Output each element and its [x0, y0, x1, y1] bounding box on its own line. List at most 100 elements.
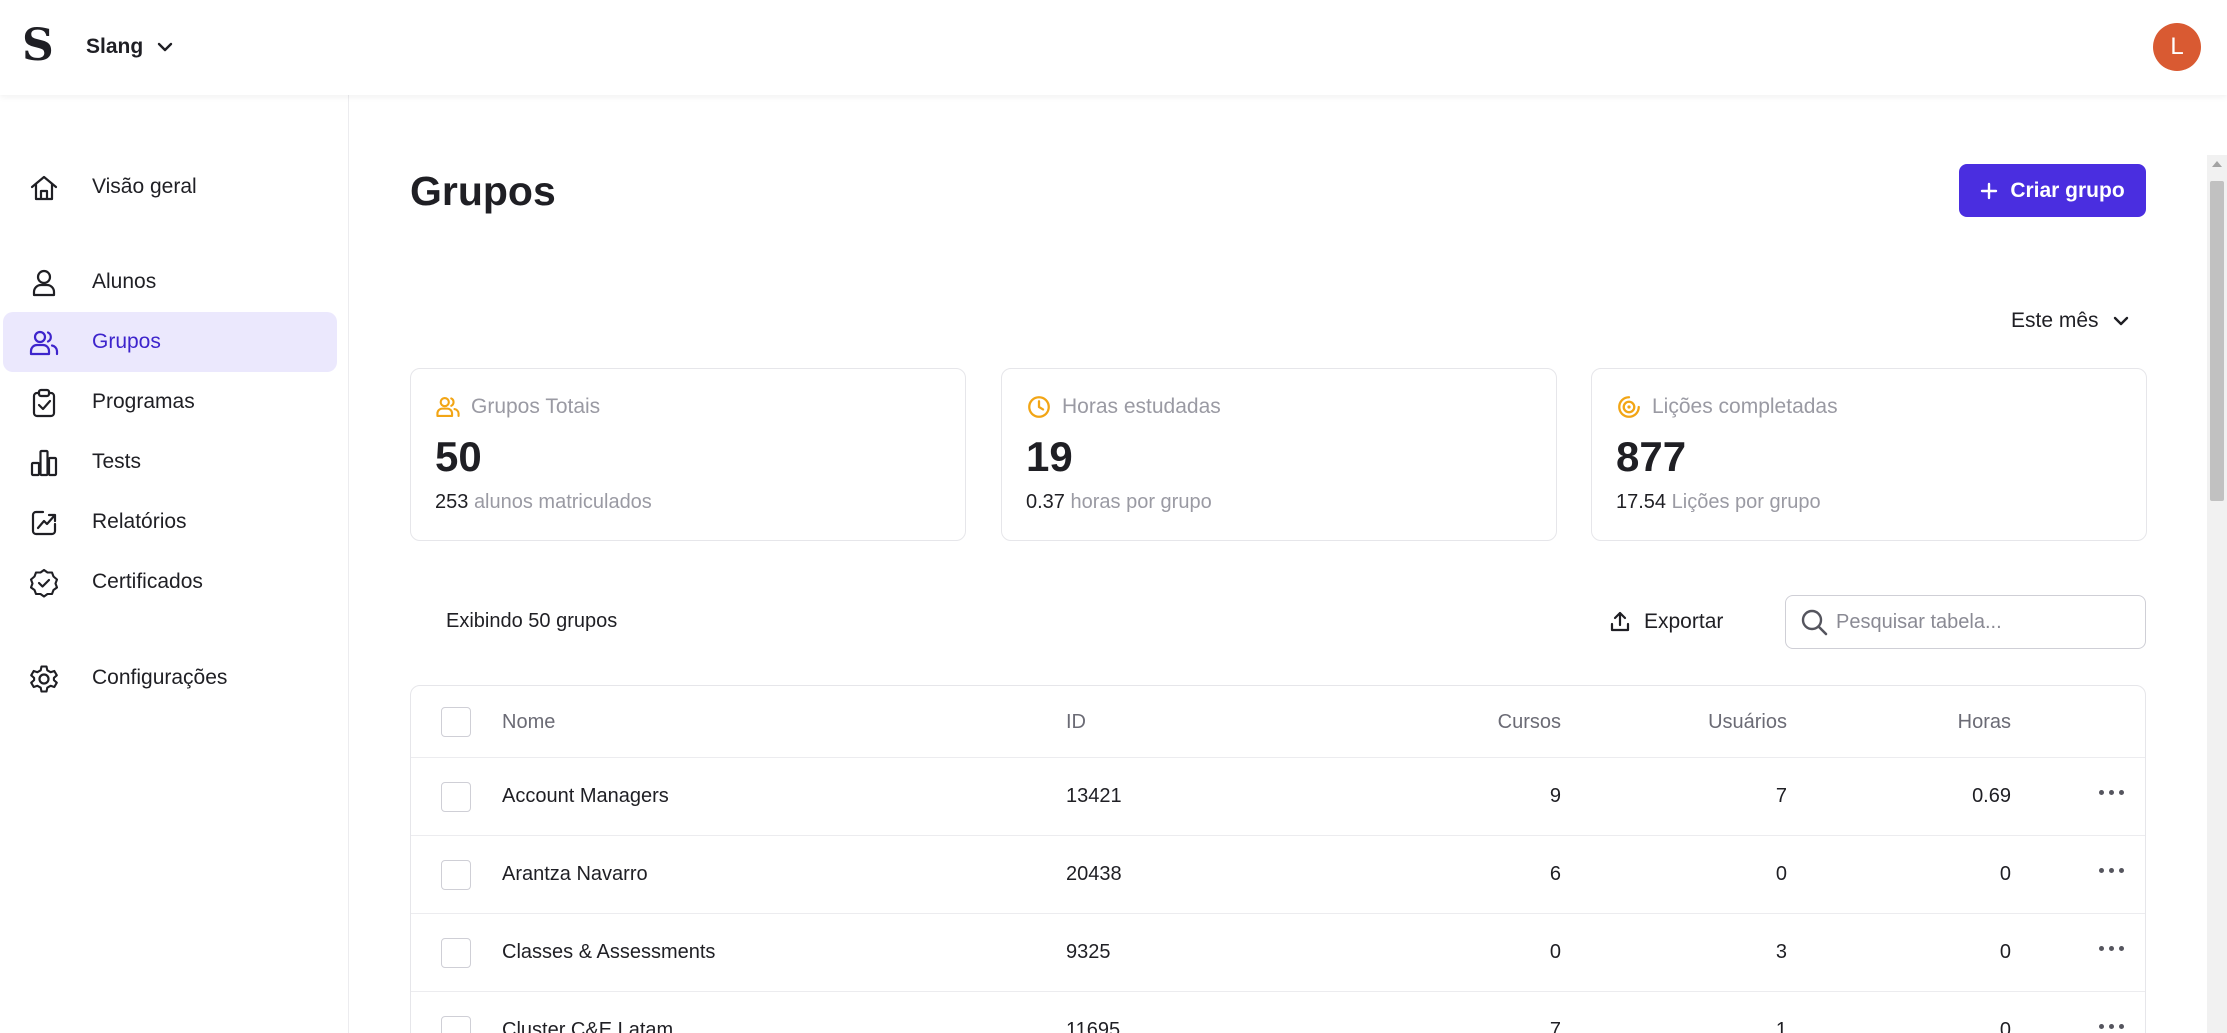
sidebar-item-programs[interactable]: Programas	[3, 372, 337, 432]
workspace-name: Slang	[86, 35, 144, 58]
table-header-row: Nome ID Cursos Usuários Horas	[411, 686, 2145, 758]
user-avatar[interactable]: L	[2153, 23, 2201, 71]
table-row[interactable]: Arantza Navarro 20438 6 0 0	[411, 836, 2145, 914]
sidebar-item-label: Relatórios	[92, 510, 187, 533]
select-all-checkbox[interactable]	[441, 707, 471, 737]
more-options-icon[interactable]	[2097, 938, 2127, 958]
search-box	[1785, 595, 2146, 649]
group-courses: 9	[1549, 785, 1561, 807]
row-checkbox[interactable]	[441, 1016, 471, 1033]
badge-icon	[29, 568, 59, 598]
search-icon	[1801, 609, 1828, 636]
more-options-icon[interactable]	[2097, 1016, 2127, 1033]
more-options-icon[interactable]	[2097, 860, 2127, 880]
stat-sub-value: 17.54	[1616, 491, 1667, 513]
sidebar-item-groups[interactable]: Grupos	[3, 312, 337, 372]
more-options-icon[interactable]	[2097, 782, 2127, 802]
stat-label: Grupos Totais	[471, 395, 601, 418]
stat-sub-value: 253	[435, 491, 469, 513]
group-courses: 0	[1549, 941, 1561, 963]
slang-logo[interactable]: S	[22, 24, 56, 68]
chevron-down-icon	[157, 42, 173, 52]
user-icon	[32, 269, 56, 297]
period-selector[interactable]: Este mês	[2011, 305, 2129, 337]
workspace-switcher[interactable]: Slang	[86, 30, 173, 64]
stat-card-hours-studied: Horas estudadas 19 0.37 horas por grupo	[1001, 368, 1557, 541]
stat-card-lessons-completed: Lições completadas 877 17.54 Lições por …	[1591, 368, 2147, 541]
group-courses: 7	[1549, 1019, 1561, 1033]
search-input[interactable]	[1836, 610, 2126, 634]
home-icon	[30, 175, 58, 201]
stat-sub-label: alunos matriculados	[473, 491, 652, 513]
group-hours: 0	[1999, 863, 2011, 885]
stat-sub-label: horas por grupo	[1070, 491, 1212, 513]
create-group-button[interactable]: Criar grupo	[1959, 164, 2146, 217]
group-name[interactable]: Account Managers	[502, 785, 669, 808]
sidebar-item-certificates[interactable]: Certificados	[3, 552, 337, 612]
sidebar-item-overview[interactable]: Visão geral	[3, 157, 337, 217]
group-hours: 0	[1999, 1019, 2011, 1033]
stat-value: 50	[435, 433, 482, 480]
column-header-courses[interactable]: Cursos	[1411, 711, 1561, 734]
stat-card-total-groups: Grupos Totais 50 253 alunos matriculados	[410, 368, 966, 541]
group-hours: 0	[1999, 941, 2011, 963]
stat-subtitle: 0.37 horas por grupo	[1026, 491, 1212, 514]
create-group-label: Criar grupo	[2010, 178, 2125, 202]
page-scrollbar[interactable]	[2207, 155, 2227, 1033]
clipboard-check-icon	[32, 388, 56, 418]
group-users: 0	[1775, 863, 1787, 885]
stat-value: 19	[1026, 433, 1073, 480]
sidebar-item-label: Visão geral	[92, 175, 197, 198]
sidebar-item-students[interactable]: Alunos	[3, 252, 337, 312]
scroll-up-arrow-icon[interactable]	[2212, 161, 2222, 167]
table-row[interactable]: Account Managers 13421 9 7 0.69	[411, 758, 2145, 836]
row-checkbox[interactable]	[441, 860, 471, 890]
sidebar: Visão geral Alunos Grupos Programas Test…	[0, 95, 349, 1033]
stat-subtitle: 253 alunos matriculados	[435, 491, 652, 514]
chevron-down-icon	[2113, 316, 2128, 326]
stat-sub-label: Lições por grupo	[1671, 491, 1821, 513]
sidebar-item-settings[interactable]: Configurações	[3, 648, 337, 708]
stat-subtitle: 17.54 Lições por grupo	[1616, 491, 1821, 514]
sidebar-item-label: Certificados	[92, 570, 203, 593]
stat-sub-value: 0.37	[1026, 491, 1065, 513]
sidebar-item-label: Tests	[92, 450, 142, 473]
row-checkbox[interactable]	[441, 938, 471, 968]
page-title: Grupos	[410, 168, 556, 214]
group-hours: 0.69	[1972, 785, 2011, 807]
export-label: Exportar	[1644, 610, 1724, 633]
upload-icon	[1610, 611, 1630, 632]
users-icon	[29, 330, 59, 356]
results-count: Exibindo 50 grupos	[446, 610, 618, 632]
top-header: S Slang L	[0, 0, 2227, 95]
users-icon	[436, 397, 460, 417]
group-name[interactable]: Arantza Navarro	[502, 863, 648, 886]
groups-table: Nome ID Cursos Usuários Horas Account Ma…	[410, 685, 2146, 1033]
group-id: 20438	[1066, 863, 1122, 885]
column-header-name[interactable]: Nome	[502, 711, 555, 734]
group-users: 1	[1775, 1019, 1787, 1033]
sidebar-item-label: Configurações	[92, 666, 228, 689]
bar-chart-icon	[30, 449, 58, 477]
column-header-hours[interactable]: Horas	[1861, 711, 2011, 734]
group-id: 9325	[1066, 941, 1111, 963]
gear-icon	[30, 665, 58, 693]
group-id: 11695	[1066, 1019, 1121, 1033]
column-header-users[interactable]: Usuários	[1611, 711, 1787, 734]
group-users: 3	[1775, 941, 1787, 963]
table-row[interactable]: Cluster C&E Latam 11695 7 1 0	[411, 992, 2145, 1033]
row-checkbox[interactable]	[441, 782, 471, 812]
group-name[interactable]: Cluster C&E Latam	[502, 1019, 673, 1033]
sidebar-item-label: Programas	[92, 390, 195, 413]
trending-up-icon	[31, 510, 57, 536]
export-button[interactable]: Exportar	[1608, 604, 1723, 640]
table-row[interactable]: Classes & Assessments 9325 0 3 0	[411, 914, 2145, 992]
sidebar-item-label: Alunos	[92, 270, 157, 293]
scrollbar-thumb[interactable]	[2210, 181, 2224, 501]
stat-value: 877	[1616, 433, 1687, 480]
group-name[interactable]: Classes & Assessments	[502, 941, 715, 964]
clock-icon	[1028, 396, 1050, 418]
sidebar-item-reports[interactable]: Relatórios	[3, 492, 337, 552]
column-header-id[interactable]: ID	[1066, 711, 1086, 734]
sidebar-item-tests[interactable]: Tests	[3, 432, 337, 492]
